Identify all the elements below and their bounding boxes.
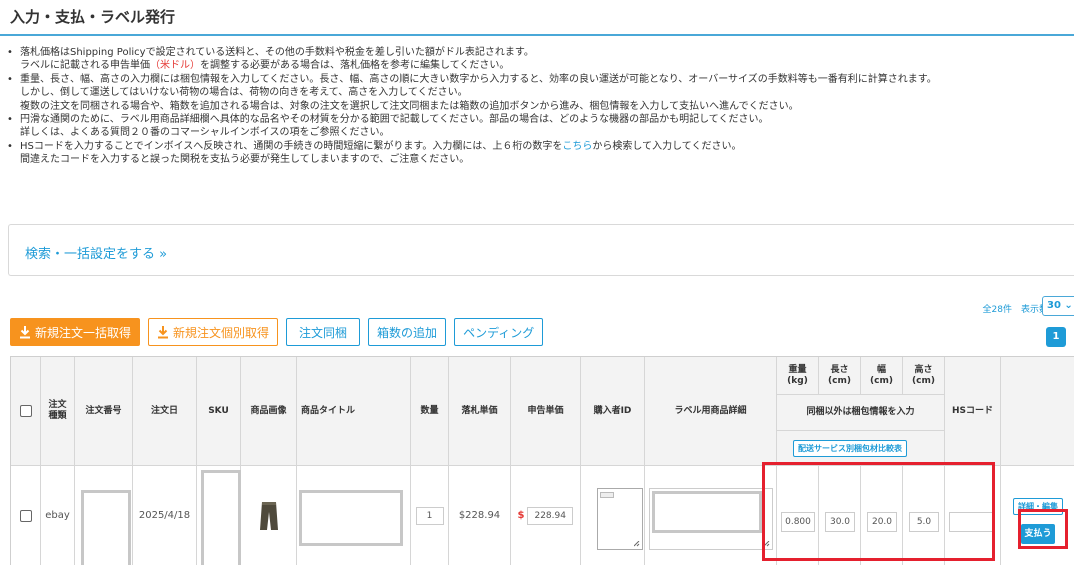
header-image: 商品画像 (241, 357, 297, 466)
row-select-cell (11, 466, 41, 565)
label-detail-field[interactable] (649, 488, 773, 550)
sku-cell (197, 466, 241, 565)
instruction-notes: • 落札価格はShipping Policyで設定されている送料と、その他の手数… (6, 46, 1066, 167)
per-page-value: 30 (1047, 300, 1061, 311)
buyer-id-cell (581, 466, 645, 565)
header-quantity: 数量 (411, 357, 449, 466)
buyer-id-field[interactable] (597, 488, 643, 550)
package-fields-highlight (762, 462, 995, 561)
pending-button[interactable]: ペンディング (454, 318, 544, 346)
quantity-input[interactable]: 1 (415, 506, 444, 525)
note-line: 落札価格はShipping Policyで設定されている送料と、その他の手数料や… (20, 47, 534, 58)
bullet: • (7, 140, 13, 152)
declared-cell: $ 228.94 (511, 466, 581, 565)
redacted-sku (201, 470, 241, 565)
download-icon (157, 325, 169, 339)
download-icon (19, 325, 31, 339)
row-checkbox[interactable] (19, 509, 32, 522)
header-length: 長さ (cm) (819, 357, 861, 395)
header-sku: SKU (197, 357, 241, 466)
search-toggle-link[interactable]: 検索・一括設定をする » (25, 243, 167, 262)
order-number-cell (75, 466, 133, 565)
header-select-all (11, 357, 41, 466)
per-page-select[interactable]: 30 ⌄ (1042, 296, 1074, 316)
bulk-fetch-label: 新規注文一括取得 (35, 325, 132, 340)
title-divider (0, 34, 1074, 36)
redacted-label-detail (652, 491, 762, 533)
image-cell (241, 466, 297, 565)
note-text: から検索して入力してください。 (592, 140, 742, 152)
note-line: 間違えたコードを入力すると誤った関税を支払う必要が発生してしまいますので、ご注意… (20, 154, 470, 166)
add-box-button[interactable]: 箱数の追加 (368, 318, 447, 346)
search-panel: 検索・一括設定をする » (8, 224, 1074, 276)
label-detail-cell (645, 466, 777, 565)
select-all-checkbox[interactable] (19, 405, 32, 417)
bullet: • (7, 114, 13, 126)
field-handle (600, 492, 614, 498)
header-declared: 申告単価 (511, 357, 581, 466)
note-line: HSコードを入力することでインボイスへ反映され、通関の手続きの時間短縮に繋がりま… (20, 140, 1066, 153)
header-order-type: 注文 種類 (41, 357, 75, 466)
header-order-number: 注文番号 (75, 357, 133, 466)
header-height: 高さ (cm) (903, 357, 945, 395)
note-line: しかし、倒して運送してはいけない荷物の場合は、荷物の向きを考えて、高さを入力して… (20, 87, 468, 99)
note-item: • HSコードを入力することでインボイスへ反映され、通関の手続きの時間短縮に繋が… (6, 140, 1066, 167)
note-line: 重量、長さ、幅、高さの入力欄には梱包情報を入力してください。長さ、幅、高さの順に… (20, 73, 937, 85)
header-actions (1001, 357, 1074, 466)
bulk-fetch-button[interactable]: 新規注文一括取得 (10, 318, 141, 346)
title-cell (297, 466, 411, 565)
page-button-current[interactable]: 1 (1046, 327, 1066, 347)
hs-search-link[interactable]: こちら (562, 141, 592, 152)
merge-orders-button[interactable]: 注文同梱 (286, 318, 361, 346)
note-line: 詳しくは、よくある質問２０番のコマーシャルインボイスの項をご参照ください。 (20, 127, 390, 139)
bullet: • (7, 73, 13, 85)
single-fetch-button[interactable]: 新規注文個別取得 (148, 318, 279, 346)
header-package-note: 同梱以外は梱包情報を入力 (777, 395, 945, 431)
product-thumbnail (259, 501, 278, 530)
pay-button-highlight (1018, 509, 1068, 549)
note-text: ラベルに記載される申告単価 (20, 60, 150, 72)
redacted-title (299, 490, 403, 546)
note-line: ラベルに記載される申告単価（米ドル）を調整する必要がある場合は、落札価格を参考に… (20, 59, 1066, 72)
header-weight: 重量 (kg) (777, 357, 819, 395)
header-order-date: 注文日 (133, 357, 197, 466)
currency-symbol: $ (517, 510, 525, 521)
header-buyer-id: 購入者ID (581, 357, 645, 466)
note-item: • 円滑な通関のために、ラベル用商品詳細欄へ具体的な品名やその材質を分かる範囲で… (6, 113, 1066, 140)
chevron-down-icon: ⌄ (1064, 300, 1073, 311)
declared-price-input[interactable]: 228.94 (527, 506, 574, 525)
order-date-cell: 2025/4/18 (133, 466, 197, 565)
single-fetch-label: 新規注文個別取得 (173, 325, 270, 340)
bullet: • (7, 47, 13, 58)
redacted-order-number (81, 490, 131, 565)
table-row-order-type: ebay (41, 466, 75, 565)
order-toolbar: 新規注文一括取得 新規注文個別取得 注文同梱 箱数の追加 ペンディング (10, 318, 544, 346)
note-text: を調整する必要がある場合は、落札価格を参考に編集してください。 (200, 60, 510, 72)
header-hs-code: HSコード (945, 357, 1001, 466)
page-title: 入力・支払・ラベル発行 (10, 8, 176, 26)
header-compare: 配送サービス別梱包材比較表 (777, 431, 945, 466)
header-title: 商品タイトル (297, 357, 411, 466)
quantity-cell: 1 (411, 466, 449, 565)
price-cell: $228.94 (449, 466, 511, 565)
packaging-compare-button[interactable]: 配送サービス別梱包材比較表 (793, 440, 907, 457)
note-item: • 落札価格はShipping Policyで設定されている送料と、その他の手数… (6, 46, 1066, 73)
header-label-detail: ラベル用商品詳細 (645, 357, 777, 466)
note-line: 円滑な通関のために、ラベル用商品詳細欄へ具体的な品名やその材質を分かる範囲で記載… (20, 114, 769, 126)
note-line: 複数の注文を同梱される場合や、箱数を追加される場合は、対象の注文を選択して注文同… (20, 100, 799, 112)
note-item: • 重量、長さ、幅、高さの入力欄には梱包情報を入力してください。長さ、幅、高さの… (6, 73, 1066, 113)
note-text: HSコードを入力することでインボイスへ反映され、通関の手続きの時間短縮に繋がりま… (20, 140, 563, 152)
resize-handle-icon (634, 541, 640, 547)
note-highlight: （米ドル） (150, 60, 200, 72)
header-width: 幅 (cm) (861, 357, 903, 395)
header-price: 落札単価 (449, 357, 511, 466)
result-count: 全28件 表示数 (982, 305, 1048, 315)
